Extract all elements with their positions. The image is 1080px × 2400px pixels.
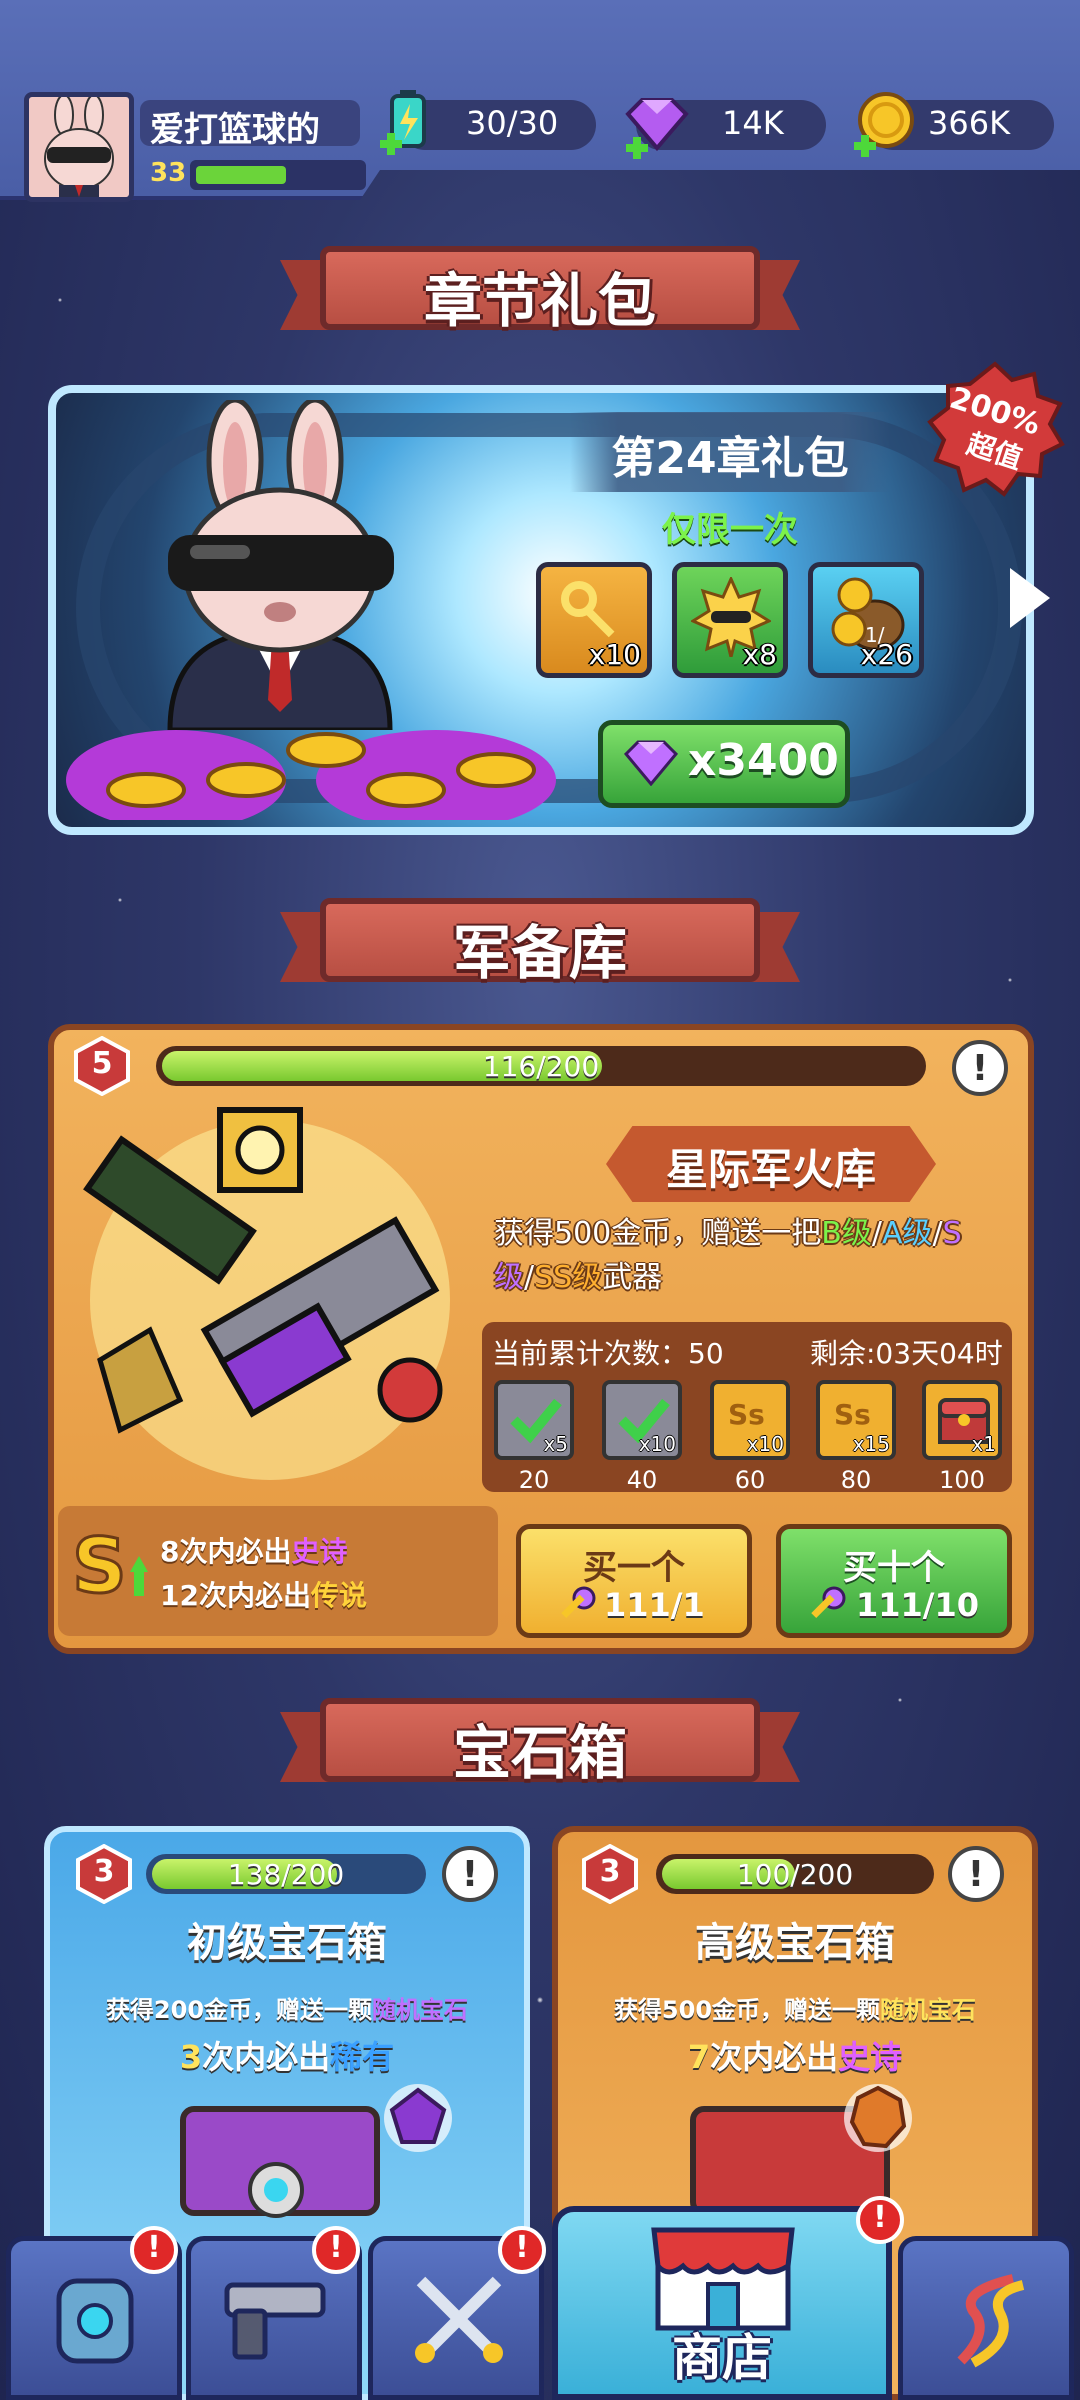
shop-icon [651, 2227, 795, 2331]
avatar[interactable] [24, 92, 134, 202]
milestone-reward[interactable]: x5 [494, 1380, 574, 1460]
info-icon: ! [971, 1048, 989, 1089]
nav-tab-dna[interactable] [898, 2236, 1074, 2400]
advanced-chest-guarantee: 7次内必出史诗 [687, 2038, 903, 2076]
armory-level: 5 [91, 1046, 113, 1081]
basic-chest-title: 初级宝石箱 [187, 1920, 387, 1966]
basic-chest-desc: 获得200金币，赠送一颗随机宝石 [105, 1996, 469, 2024]
remaining-time: 剩余:03天04时 [810, 1337, 1003, 1370]
armory-banner: 军备库 [280, 892, 800, 992]
gem-icon[interactable] [622, 96, 692, 160]
player-level: 33 [150, 158, 187, 188]
s-rank-up-icon: S [68, 1520, 158, 1616]
dna-icon [957, 2274, 1025, 2368]
ss-ticket-icon: Ss [834, 1398, 871, 1431]
chest-lock-icon [246, 2160, 306, 2224]
basic-chest-progress-text: 138/200 [227, 1858, 345, 1891]
advanced-chest-info-button[interactable]: ! [948, 1846, 1004, 1902]
info-icon: ! [967, 1854, 985, 1895]
nav-alert-badge: ! [130, 2226, 178, 2274]
player-name: 爱打篮球的 [150, 110, 320, 150]
armory-title: 星际军火库 [665, 1145, 876, 1194]
guarantee-legend: 12次内必出传说 [160, 1579, 367, 1612]
armory-info-button[interactable]: ! [952, 1040, 1008, 1096]
pack-item-count: x26 [860, 638, 913, 671]
ss-ticket-icon: Ss [728, 1398, 765, 1431]
section-title-chapter: 章节礼包 [423, 267, 656, 335]
orange-gem-icon [840, 2080, 916, 2160]
armory-progress-text: 116/200 [482, 1050, 600, 1083]
advanced-chest-title: 高级宝石箱 [695, 1920, 895, 1966]
milestone-reward[interactable]: Ss x15 [816, 1380, 896, 1460]
energy-value: 30/30 [466, 104, 559, 142]
xp-bar [196, 166, 287, 184]
milestone-value: 20 [518, 1466, 550, 1494]
basic-chest-level: 3 [93, 1854, 115, 1889]
purple-key-icon [804, 1584, 848, 1632]
pistol-icon [224, 2282, 326, 2360]
cumulative-count: 当前累计次数：50 [492, 1337, 724, 1370]
advanced-chest-level: 3 [599, 1854, 621, 1889]
milestone-reward[interactable]: x1 [922, 1380, 1002, 1460]
nav-alert-badge: ! [856, 2196, 904, 2244]
milestone-mult: x5 [543, 1432, 568, 1456]
milestone-value: 40 [626, 1466, 658, 1494]
milestone-mult: x10 [746, 1432, 784, 1456]
rabbit-agent-illustration [130, 397, 430, 733]
gem-chest-banner: 宝石箱 [280, 1692, 800, 1792]
milestone-mult: x1 [971, 1432, 996, 1456]
section-title-gem-chest: 宝石箱 [452, 1719, 627, 1787]
battery-icon[interactable] [378, 90, 438, 162]
pack-item-count: x10 [588, 638, 641, 671]
buy-one-price: 111/1 [604, 1586, 705, 1624]
advanced-chest-desc: 获得500金币，赠送一颗随机宝石 [613, 1996, 977, 2024]
milestone-value: 100 [939, 1466, 985, 1494]
crossed-swords-icon [415, 2276, 503, 2363]
pack-item-slot[interactable]: x10 [536, 562, 652, 678]
milestone-mult: x10 [638, 1432, 676, 1456]
buy-ten-label: 买十个 [843, 1548, 945, 1588]
nav-alert-badge: ! [498, 2226, 546, 2274]
armory-weapons-illustration [60, 1100, 480, 1500]
gem-icon [622, 740, 680, 790]
pack-item-slot[interactable]: x8 [672, 562, 788, 678]
pack-title: 第24章礼包 [611, 433, 849, 484]
milestone-mult: x15 [852, 1432, 890, 1456]
value-badge: 200% 超值 [920, 360, 1070, 500]
milestone-value: 80 [840, 1466, 872, 1494]
milestone-value: 60 [734, 1466, 766, 1494]
buy-one-label: 买一个 [583, 1548, 685, 1588]
armory-description: 获得500金币，赠送一把B级/A级/S 级/SS级武器 [494, 1216, 962, 1295]
info-icon: ! [461, 1854, 479, 1895]
armor-icon [56, 2278, 134, 2364]
purple-gem-icon [380, 2080, 456, 2160]
nav-alert-badge: ! [312, 2226, 360, 2274]
nav-shop-label: 商店 [672, 2329, 772, 2387]
coin-value: 366K [928, 104, 1011, 142]
pack-item-count: x8 [742, 638, 777, 671]
next-pack-arrow-icon[interactable] [1010, 568, 1050, 628]
gem-value: 14K [722, 104, 784, 142]
milestone-reward[interactable]: Ss x10 [710, 1380, 790, 1460]
chapter-banner: 章节礼包 [280, 240, 800, 340]
buy-ten-price: 111/10 [856, 1586, 980, 1624]
gem-reward-text: x3400 [688, 735, 839, 786]
basic-chest-info-button[interactable]: ! [442, 1846, 498, 1902]
svg-text:S: S [72, 1522, 127, 1610]
guarantee-epic: 8次内必出史诗 [160, 1535, 348, 1568]
pack-limit-label: 仅限一次 [662, 510, 798, 550]
purple-key-icon [554, 1584, 598, 1632]
coin-icon[interactable] [852, 90, 918, 162]
section-title-armory: 军备库 [452, 919, 627, 987]
pack-item-slot[interactable]: 1/ x26 [808, 562, 924, 678]
milestone-reward[interactable]: x10 [602, 1380, 682, 1460]
basic-chest-guarantee: 3次内必出稀有 [179, 2038, 395, 2076]
advanced-chest-progress-text: 100/200 [736, 1858, 854, 1891]
